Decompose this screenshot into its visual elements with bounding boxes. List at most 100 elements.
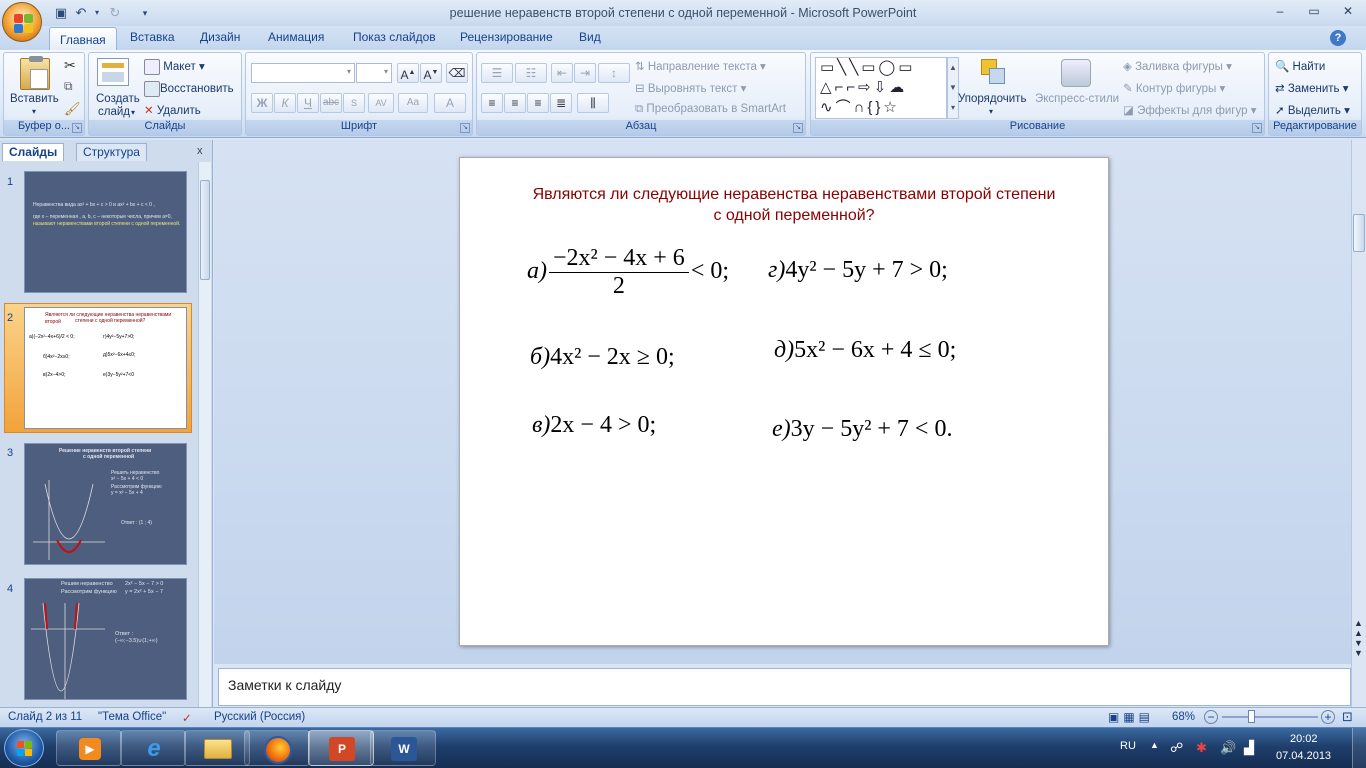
maximize-button[interactable]: ▭: [1302, 4, 1326, 20]
increase-indent-icon[interactable]: ⇥: [574, 63, 596, 83]
taskbar-explorer[interactable]: [184, 730, 250, 766]
numbering-icon[interactable]: ☷: [515, 63, 547, 83]
taskbar-media-player[interactable]: ▶: [56, 730, 122, 766]
dialog-launcher-icon[interactable]: ↘: [72, 123, 82, 133]
slide-thumbnail-2[interactable]: Являются ли следующие неравенства нераве…: [24, 307, 187, 429]
view-buttons-icon[interactable]: ▣▦▤: [1108, 710, 1154, 724]
bold-button[interactable]: Ж: [251, 93, 273, 113]
inequality-a[interactable]: а) −2x² − 4x + 6 2 < 0;: [527, 245, 729, 300]
grow-font-button[interactable]: A▲: [397, 63, 419, 83]
slide-canvas[interactable]: [459, 157, 1109, 646]
notes-placeholder[interactable]: Заметки к слайду: [228, 677, 341, 693]
spellcheck-icon[interactable]: ✓: [182, 711, 192, 725]
tab-review[interactable]: Рецензирование: [456, 30, 557, 44]
undo-dropdown-icon[interactable]: ▾: [88, 4, 106, 22]
tab-design[interactable]: Дизайн: [196, 30, 244, 44]
tray-network-icon[interactable]: ☍: [1170, 740, 1183, 756]
zoom-in-icon[interactable]: +: [1321, 710, 1335, 724]
tray-signal-icon[interactable]: ▟: [1244, 740, 1254, 756]
tab-slideshow[interactable]: Показ слайдов: [349, 30, 440, 44]
tab-animation[interactable]: Анимация: [264, 30, 328, 44]
slide-thumbnail-3[interactable]: Решение неравенств второй степени с одно…: [24, 443, 187, 565]
workspace-scrollbar[interactable]: ▲ ▲ ▼ ▼: [1351, 140, 1366, 707]
select-button[interactable]: Выделить: [1288, 105, 1341, 117]
inequality-b[interactable]: б)4x² − 2x ≥ 0;: [530, 344, 675, 371]
tray-expand-icon[interactable]: ▲: [1150, 740, 1159, 750]
slide-thumbnail-1[interactable]: Неравенства вида ax² + bx + c > 0 и ax² …: [24, 171, 187, 293]
tab-view[interactable]: Вид: [575, 30, 605, 44]
office-button[interactable]: [2, 2, 42, 42]
text-direction-button[interactable]: Направление текста: [648, 61, 757, 73]
tab-outline-panel[interactable]: Структура: [76, 143, 147, 161]
shape-effects-button[interactable]: Эффекты для фигур: [1137, 105, 1247, 117]
change-case-button[interactable]: Aa: [398, 93, 428, 113]
font-color-button[interactable]: A: [434, 93, 466, 113]
notes-pane[interactable]: [218, 668, 1351, 706]
strike-button[interactable]: abc: [320, 93, 342, 113]
shapes-scroll[interactable]: ▲ ▼ ▾: [947, 57, 959, 119]
tray-language[interactable]: RU: [1120, 740, 1136, 752]
line-spacing-icon[interactable]: ↕: [598, 63, 630, 83]
format-painter-icon[interactable]: 🖌: [64, 101, 81, 117]
copy-icon[interactable]: ⧉: [64, 79, 73, 94]
char-spacing-button[interactable]: AV: [368, 93, 394, 113]
zoom-out-icon[interactable]: −: [1204, 710, 1218, 724]
paste-button[interactable]: Вставить: [10, 93, 59, 105]
tray-time[interactable]: 20:02: [1290, 733, 1318, 745]
fit-slide-icon[interactable]: ⊡: [1342, 709, 1353, 725]
arrange-button[interactable]: Упорядочить: [958, 93, 1026, 105]
zoom-slider-thumb[interactable]: [1248, 710, 1255, 723]
italic-button[interactable]: К: [274, 93, 296, 113]
panel-close-icon[interactable]: x: [197, 145, 203, 157]
align-left-icon[interactable]: ≡: [481, 93, 503, 113]
slide-title[interactable]: Являются ли следующие неравенства нераве…: [530, 184, 1058, 226]
start-button[interactable]: [4, 729, 44, 767]
align-center-icon[interactable]: ≡: [504, 93, 526, 113]
align-right-icon[interactable]: ≡: [527, 93, 549, 113]
panel-scrollbar[interactable]: [198, 162, 211, 707]
taskbar-ie[interactable]: e: [120, 730, 186, 766]
find-button[interactable]: Найти: [1293, 61, 1326, 73]
justify-icon[interactable]: ≣: [550, 93, 572, 113]
tray-volume-icon[interactable]: 🔊: [1220, 740, 1236, 756]
clear-format-icon[interactable]: ⌫: [446, 63, 468, 83]
bullets-icon[interactable]: ☰: [481, 63, 513, 83]
tray-date[interactable]: 07.04.2013: [1276, 750, 1331, 762]
delete-button[interactable]: Удалить: [157, 105, 201, 117]
tab-insert[interactable]: Вставка: [126, 30, 179, 44]
quick-styles-button[interactable]: Экспресс-стили: [1035, 93, 1119, 105]
taskbar-powerpoint[interactable]: P: [308, 730, 374, 766]
font-size-combo[interactable]: ▾: [356, 63, 392, 83]
inequality-e[interactable]: е)3y − 5y² + 7 < 0.: [772, 416, 952, 443]
shapes-gallery[interactable]: ▭╲╲▭◯▭ △⌐⌐⇨⇩☁ ∿⌒∩{}☆: [815, 57, 947, 119]
status-theme[interactable]: "Тема Office": [98, 711, 166, 723]
help-icon[interactable]: ?: [1330, 30, 1346, 46]
minimize-button[interactable]: –: [1268, 4, 1292, 20]
scrollbar-thumb[interactable]: [1353, 214, 1365, 252]
shrink-font-button[interactable]: A▼: [420, 63, 442, 83]
new-slide-button[interactable]: Создать: [96, 93, 140, 105]
smartart-button[interactable]: Преобразовать в SmartArt: [646, 103, 786, 115]
tab-slides-panel[interactable]: Слайды: [2, 143, 65, 161]
taskbar-firefox[interactable]: [244, 730, 310, 766]
tab-home[interactable]: Главная: [49, 27, 117, 51]
align-text-button[interactable]: Выровнять текст: [648, 83, 738, 95]
taskbar-word[interactable]: W: [370, 730, 436, 766]
shadow-icon[interactable]: S: [343, 93, 365, 113]
font-name-combo[interactable]: ▾: [251, 63, 355, 83]
inequality-v[interactable]: в)2x − 4 > 0;: [532, 412, 656, 439]
inequality-g[interactable]: г)4y² − 5y + 7 > 0;: [768, 257, 948, 284]
shape-fill-button[interactable]: Заливка фигуры: [1135, 61, 1223, 73]
inequality-d[interactable]: д)5x² − 6x + 4 ≤ 0;: [774, 337, 956, 364]
shape-outline-button[interactable]: Контур фигуры: [1136, 83, 1216, 95]
tray-antivirus-icon[interactable]: ✱: [1196, 740, 1207, 756]
layout-button[interactable]: Макет: [163, 61, 196, 73]
redo-icon[interactable]: ↻: [106, 4, 124, 22]
customize-qat-icon[interactable]: ▾: [136, 4, 154, 22]
save-icon[interactable]: ▣: [52, 4, 70, 22]
columns-icon[interactable]: ⫼: [577, 93, 609, 113]
zoom-level[interactable]: 68%: [1172, 711, 1195, 723]
prev-next-slide-icon[interactable]: ▲ ▲ ▼ ▼: [1354, 618, 1363, 658]
replace-button[interactable]: Заменить: [1288, 83, 1340, 95]
underline-button[interactable]: Ч: [297, 93, 319, 113]
